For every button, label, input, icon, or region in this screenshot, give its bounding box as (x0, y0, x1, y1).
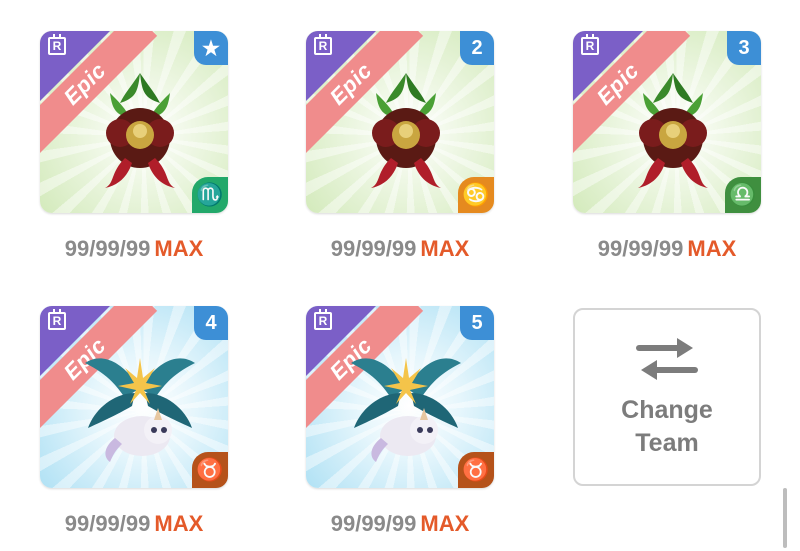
zodiac-scorpio-icon: ♏ (192, 177, 228, 213)
calendar-r-icon: R (48, 309, 66, 330)
card-2-level: 99/99/99 MAX (306, 236, 494, 262)
leader-star-icon: ★ (194, 31, 228, 65)
slot-number-badge: 4 (194, 306, 228, 340)
zodiac-taurus-icon: ♉ (192, 452, 228, 488)
calendar-r-icon: R (48, 34, 66, 55)
change-team-button[interactable]: Change Team (573, 308, 761, 486)
team-card-1[interactable]: Epic R ★ ♏ (40, 31, 228, 213)
team-card-5[interactable]: Epic R 5 ♉ (306, 306, 494, 488)
max-label: MAX (420, 511, 470, 536)
level-value: 99/99/99 (64, 236, 151, 261)
card-4-level: 99/99/99 MAX (40, 511, 228, 537)
zodiac-libra-icon: ♎ (725, 177, 761, 213)
calendar-r-icon: R (314, 309, 332, 330)
team-card-4[interactable]: Epic R 4 ♉ (40, 306, 228, 488)
max-label: MAX (154, 236, 204, 261)
max-label: MAX (154, 511, 204, 536)
level-value: 99/99/99 (64, 511, 151, 536)
slot-number-badge: 3 (727, 31, 761, 65)
swap-arrows-icon (636, 338, 698, 380)
change-team-label-line1: Change (621, 396, 713, 424)
level-value: 99/99/99 (330, 511, 417, 536)
holly-wreath-creature-icon (105, 73, 175, 188)
zodiac-cancer-icon: ♋ (458, 177, 494, 213)
change-team-label-line2: Team (635, 429, 699, 457)
flower-unicorn-cat-creature-icon (351, 358, 461, 462)
calendar-r-icon: R (314, 34, 332, 55)
level-value: 99/99/99 (597, 236, 684, 261)
card-5-level: 99/99/99 MAX (306, 511, 494, 537)
card-1-level: 99/99/99 MAX (40, 236, 228, 262)
calendar-r-icon: R (581, 34, 599, 55)
slot-number-badge: 5 (460, 306, 494, 340)
slot-number-badge: 2 (460, 31, 494, 65)
holly-wreath-creature-icon (371, 73, 441, 188)
card-3-level: 99/99/99 MAX (573, 236, 761, 262)
zodiac-taurus-icon: ♉ (458, 452, 494, 488)
scrollbar[interactable] (783, 488, 787, 548)
team-card-3[interactable]: Epic R 3 ♎ (573, 31, 761, 213)
team-card-2[interactable]: Epic R 2 ♋ (306, 31, 494, 213)
holly-wreath-creature-icon (638, 73, 708, 188)
max-label: MAX (420, 236, 470, 261)
level-value: 99/99/99 (330, 236, 417, 261)
flower-unicorn-cat-creature-icon (85, 358, 195, 462)
max-label: MAX (687, 236, 737, 261)
